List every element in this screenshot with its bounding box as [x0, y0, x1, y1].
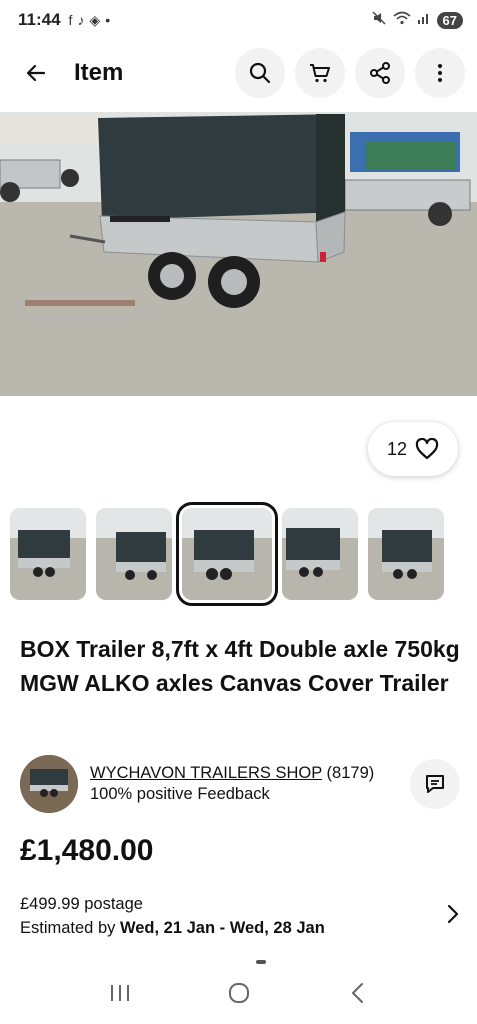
- more-notifications-dot-icon: •: [105, 12, 111, 28]
- thumbnail-5[interactable]: [368, 508, 444, 600]
- postage-row[interactable]: £499.99 postage Estimated by Wed, 21 Jan…: [20, 892, 460, 940]
- facebook-icon: f: [68, 12, 73, 28]
- battery-icon: 67: [436, 11, 463, 29]
- status-right: 67: [371, 10, 463, 31]
- tiktok-icon: ♪: [77, 12, 85, 28]
- status-time: 11:44: [18, 10, 61, 29]
- listing-title: BOX Trailer 8,7ft x 4ft Double axle 750k…: [20, 636, 460, 696]
- search-icon: [249, 62, 271, 84]
- thumbnail-4[interactable]: [282, 508, 358, 600]
- postage-price: £499.99 postage: [20, 895, 143, 913]
- system-back-button[interactable]: [338, 973, 378, 1013]
- status-bar: 11:44 f ♪ ◈ • 67: [0, 0, 477, 40]
- message-icon: [426, 775, 444, 793]
- app-notification-icon: ◈: [89, 11, 101, 28]
- cart-icon: [310, 64, 330, 83]
- more-vertical-icon: [438, 64, 442, 82]
- thumbnail-2[interactable]: [96, 508, 172, 600]
- watch-button[interactable]: 12: [368, 422, 458, 476]
- app-actions: [235, 48, 465, 98]
- recent-apps-icon: [110, 985, 129, 1001]
- thumbnail-strip: [10, 502, 444, 606]
- wifi-icon: [393, 10, 411, 30]
- home-button[interactable]: [219, 973, 259, 1013]
- home-icon: [228, 983, 249, 1003]
- page-title: Item: [74, 59, 124, 86]
- arrow-left-icon: [26, 64, 46, 82]
- seller-score: (8179): [321, 764, 375, 782]
- more-options-button[interactable]: [415, 48, 465, 98]
- recent-apps-button[interactable]: [100, 973, 140, 1013]
- delivery-estimate: Estimated by Wed, 21 Jan - Wed, 28 Jan: [20, 916, 460, 940]
- cart-button[interactable]: [295, 48, 345, 98]
- heart-icon: [415, 438, 439, 460]
- signal-icon: [417, 10, 431, 30]
- share-icon: [370, 62, 390, 84]
- seller-info: WYCHAVON TRAILERS SHOP (8179) 100% posit…: [90, 763, 374, 805]
- share-button[interactable]: [355, 48, 405, 98]
- thumbnail-1[interactable]: [10, 508, 86, 600]
- chevron-right-icon: [446, 904, 460, 931]
- seller-section: WYCHAVON TRAILERS SHOP (8179) 100% posit…: [20, 755, 460, 813]
- app-bar: Item: [0, 44, 477, 102]
- seller-name-row: WYCHAVON TRAILERS SHOP (8179): [90, 763, 374, 784]
- seller-avatar[interactable]: [20, 755, 78, 813]
- notification-icons: f ♪ ◈ •: [69, 12, 111, 29]
- system-navigation-bar: [0, 962, 477, 1024]
- seller-name-link[interactable]: WYCHAVON TRAILERS SHOP: [90, 764, 322, 782]
- back-button[interactable]: [14, 51, 58, 95]
- delivery-estimate-dates: Wed, 21 Jan - Wed, 28 Jan: [119, 919, 325, 937]
- chevron-left-icon: [351, 983, 363, 1003]
- thumbnail-3-selected[interactable]: [176, 502, 278, 606]
- seller-feedback: 100% positive Feedback: [90, 785, 270, 803]
- mute-icon: [371, 10, 387, 31]
- contact-seller-button[interactable]: [410, 759, 460, 809]
- status-left: 11:44 f ♪ ◈ •: [18, 10, 110, 30]
- search-button[interactable]: [235, 48, 285, 98]
- delivery-estimate-prefix: Estimated by: [20, 919, 120, 937]
- item-price: £1,480.00: [20, 834, 154, 867]
- main-product-image[interactable]: [0, 112, 477, 396]
- watch-count: 12: [386, 438, 408, 459]
